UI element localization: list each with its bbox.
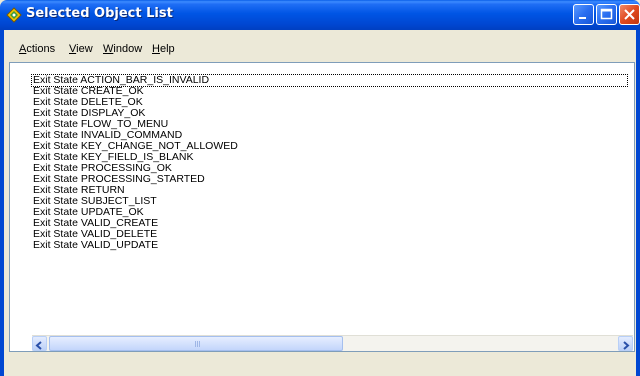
window-footer (4, 354, 636, 376)
scroll-right-button[interactable] (618, 336, 633, 351)
menu-window[interactable]: Window (103, 43, 142, 55)
minimize-button[interactable] (573, 4, 594, 25)
object-list-pane[interactable]: Exit State ACTION_BAR_IS_INVALID Exit St… (9, 62, 635, 352)
maximize-button[interactable] (596, 4, 617, 25)
object-list[interactable]: Exit State ACTION_BAR_IS_INVALID Exit St… (31, 74, 632, 251)
window-title: Selected Object List (26, 6, 173, 21)
menu-view[interactable]: View (69, 43, 93, 55)
selected-object-list-window: Selected Object List Actions View Window… (0, 0, 640, 376)
menu-bar: Actions View Window Help (4, 36, 636, 56)
window-border-right (636, 30, 640, 376)
menu-help[interactable]: Help (152, 43, 175, 55)
application-icon[interactable] (6, 7, 22, 23)
window-border-left (0, 30, 4, 376)
grip-icon (195, 341, 200, 347)
close-button[interactable] (619, 4, 640, 25)
title-bar[interactable]: Selected Object List (0, 0, 640, 30)
menu-actions[interactable]: Actions (19, 43, 55, 55)
scroll-left-button[interactable] (32, 336, 47, 351)
scrollbar-thumb[interactable] (49, 336, 343, 351)
list-item[interactable]: Exit State VALID_UPDATE (32, 240, 632, 251)
horizontal-scrollbar[interactable] (32, 335, 633, 351)
